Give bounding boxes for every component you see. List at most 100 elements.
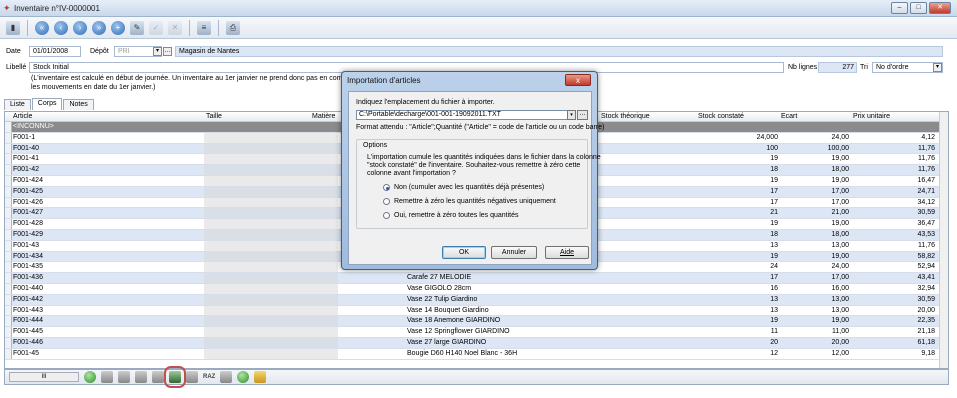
row-marker[interactable] xyxy=(5,132,12,143)
depot-browse-icon[interactable]: … xyxy=(163,47,172,56)
col-article[interactable]: Article xyxy=(13,113,32,120)
row-marker[interactable] xyxy=(5,122,12,132)
import-dialog: Importation d'articles x Indiquez l'empl… xyxy=(341,71,604,270)
first-record-icon[interactable]: « xyxy=(35,20,49,35)
col-stock-constate[interactable]: Stock constaté xyxy=(698,113,744,120)
print-icon[interactable]: ⎙ xyxy=(226,20,240,35)
row-marker[interactable] xyxy=(5,348,12,359)
row-marker[interactable] xyxy=(5,251,12,262)
table-row[interactable]: F001-442 Vase 22 Tulip Giardino 13 13,00 30,… xyxy=(5,294,948,306)
refresh-icon[interactable] xyxy=(237,371,250,383)
col-stock-theorique[interactable]: Stock théorique xyxy=(601,113,650,120)
options-text-2: "stock constaté" de l'inventaire. Souhai… xyxy=(367,162,581,169)
col-matiere[interactable]: Matière xyxy=(312,113,335,120)
row-marker[interactable] xyxy=(5,143,12,154)
cell-article: <INCONNU> xyxy=(13,123,54,130)
radio-oui[interactable] xyxy=(383,212,390,219)
table-row[interactable]: F001-440 Vase GIGOLO 28cm 16 16,00 32,94 xyxy=(5,283,948,295)
maximize-button[interactable]: □ xyxy=(910,2,927,14)
row-marker[interactable] xyxy=(5,327,12,337)
col-taille[interactable]: Taille xyxy=(206,113,222,120)
row-marker[interactable] xyxy=(5,165,12,175)
radio-negatives-label[interactable]: Remettre à zéro les quantités négatives … xyxy=(394,198,556,205)
tab-liste[interactable]: Liste xyxy=(4,99,31,110)
row-marker[interactable] xyxy=(5,316,12,327)
remove-line-icon[interactable] xyxy=(135,371,147,383)
radio-non[interactable] xyxy=(383,184,390,191)
row-marker[interactable] xyxy=(5,219,12,229)
cell-stock-constate: 12 xyxy=(770,349,778,357)
row-marker[interactable] xyxy=(5,240,12,251)
books-icon[interactable] xyxy=(254,371,267,383)
path-dropdown-icon[interactable]: ▾ xyxy=(567,110,576,120)
cell-article: F001-446 xyxy=(13,338,43,346)
close-window-button[interactable]: ✕ xyxy=(929,2,951,14)
last-record-icon[interactable]: » xyxy=(92,20,106,35)
col-ecart[interactable]: Ecart xyxy=(781,113,797,120)
cancel-button[interactable]: Annuler xyxy=(491,246,537,259)
row-marker[interactable] xyxy=(5,273,12,283)
nb-lignes-label: Nb lignes xyxy=(788,64,818,71)
list-menu-icon[interactable]: ≡ xyxy=(197,20,211,35)
table-row[interactable]: F001-444 Vase 18 Anemone GIARDINO 19 19,00 2… xyxy=(5,316,948,328)
horizontal-scrollbar[interactable]: III xyxy=(9,372,79,382)
options-legend: Options xyxy=(363,142,388,149)
radio-oui-label[interactable]: Oui, remettre à zéro toutes les quantité… xyxy=(394,212,519,219)
row-marker[interactable] xyxy=(5,229,12,240)
row-marker[interactable] xyxy=(5,186,12,197)
row-marker[interactable] xyxy=(5,197,12,208)
cell-article: F001-442 xyxy=(13,295,43,303)
tab-notes[interactable]: Notes xyxy=(63,99,94,110)
previous-record-icon[interactable]: ‹ xyxy=(54,20,68,35)
tab-corps[interactable]: Corps xyxy=(31,98,63,110)
dialog-close-button[interactable]: x xyxy=(565,74,591,86)
radio-negatives[interactable] xyxy=(383,198,390,205)
radio-non-label[interactable]: Non (cumuler avec les quantités déjà pré… xyxy=(394,184,544,191)
cell-ecart: 20,00 xyxy=(831,338,849,346)
box-icon[interactable] xyxy=(220,371,233,383)
minimize-button[interactable]: – xyxy=(891,2,908,14)
cell-ecart: 12,00 xyxy=(831,349,849,357)
date-field[interactable]: 01/01/2008 xyxy=(29,46,81,57)
edit-record-icon[interactable]: ✎ xyxy=(130,20,144,35)
row-marker[interactable] xyxy=(5,208,12,219)
check-icon[interactable] xyxy=(118,371,130,383)
cell-designation: Vase 14 Bouquet Giardino xyxy=(407,306,489,314)
table-row[interactable]: F001-446 Vase 27 large GIARDINO 20 20,00 61,… xyxy=(5,337,948,349)
help-button[interactable]: Aide xyxy=(545,246,589,259)
nb-lignes-field: 277 xyxy=(818,62,857,73)
cell-ecart: 11,00 xyxy=(832,328,849,336)
row-marker[interactable] xyxy=(5,262,12,273)
export-icon[interactable] xyxy=(152,371,164,383)
cell-stock-constate: 18 xyxy=(770,166,778,174)
row-marker[interactable] xyxy=(5,294,12,305)
vertical-scrollbar[interactable] xyxy=(939,112,948,368)
browse-button[interactable]: ... xyxy=(577,110,588,120)
depot-dropdown-icon[interactable]: ▾ xyxy=(153,47,162,56)
edit-line-icon[interactable] xyxy=(101,371,113,383)
file-path-input[interactable]: C:\Portable\decharge\001-001-19092011.TX… xyxy=(356,110,568,120)
table-row[interactable]: F001-443 Vase 14 Bouquet Giardino 13 13,00 2… xyxy=(5,305,948,317)
new-record-icon[interactable]: + xyxy=(111,20,125,35)
table-row[interactable]: F001-45 Bougie D60 H140 Noel Blanc - 36H 1… xyxy=(5,348,948,360)
ok-button[interactable]: OK xyxy=(442,246,486,259)
col-prix-unitaire[interactable]: Prix unitaire xyxy=(853,113,890,120)
cell-taille xyxy=(204,316,338,327)
row-marker[interactable] xyxy=(5,305,12,316)
table-row[interactable]: F001-445 Vase 12 Springflower GIARDINO 11 1… xyxy=(5,327,948,338)
cell-article: F001-435 xyxy=(13,263,43,271)
next-record-icon[interactable]: › xyxy=(73,20,87,35)
row-marker[interactable] xyxy=(5,154,12,165)
raz-label[interactable]: RAZ xyxy=(203,374,215,380)
cell-article: F001-434 xyxy=(13,252,43,260)
import-articles-icon[interactable] xyxy=(164,366,186,388)
tri-dropdown-icon[interactable]: ▾ xyxy=(933,63,942,72)
bookmark-icon[interactable]: ▮ xyxy=(6,20,20,35)
add-line-icon[interactable] xyxy=(84,371,96,383)
row-marker[interactable] xyxy=(5,337,12,348)
row-marker[interactable] xyxy=(5,175,12,186)
table-row[interactable]: F001-436 Carafe 27 MELODIE 17 17,00 43,41 xyxy=(5,273,948,284)
row-marker[interactable] xyxy=(5,283,12,294)
clear-icon[interactable] xyxy=(186,371,198,383)
cell-taille xyxy=(204,251,338,262)
